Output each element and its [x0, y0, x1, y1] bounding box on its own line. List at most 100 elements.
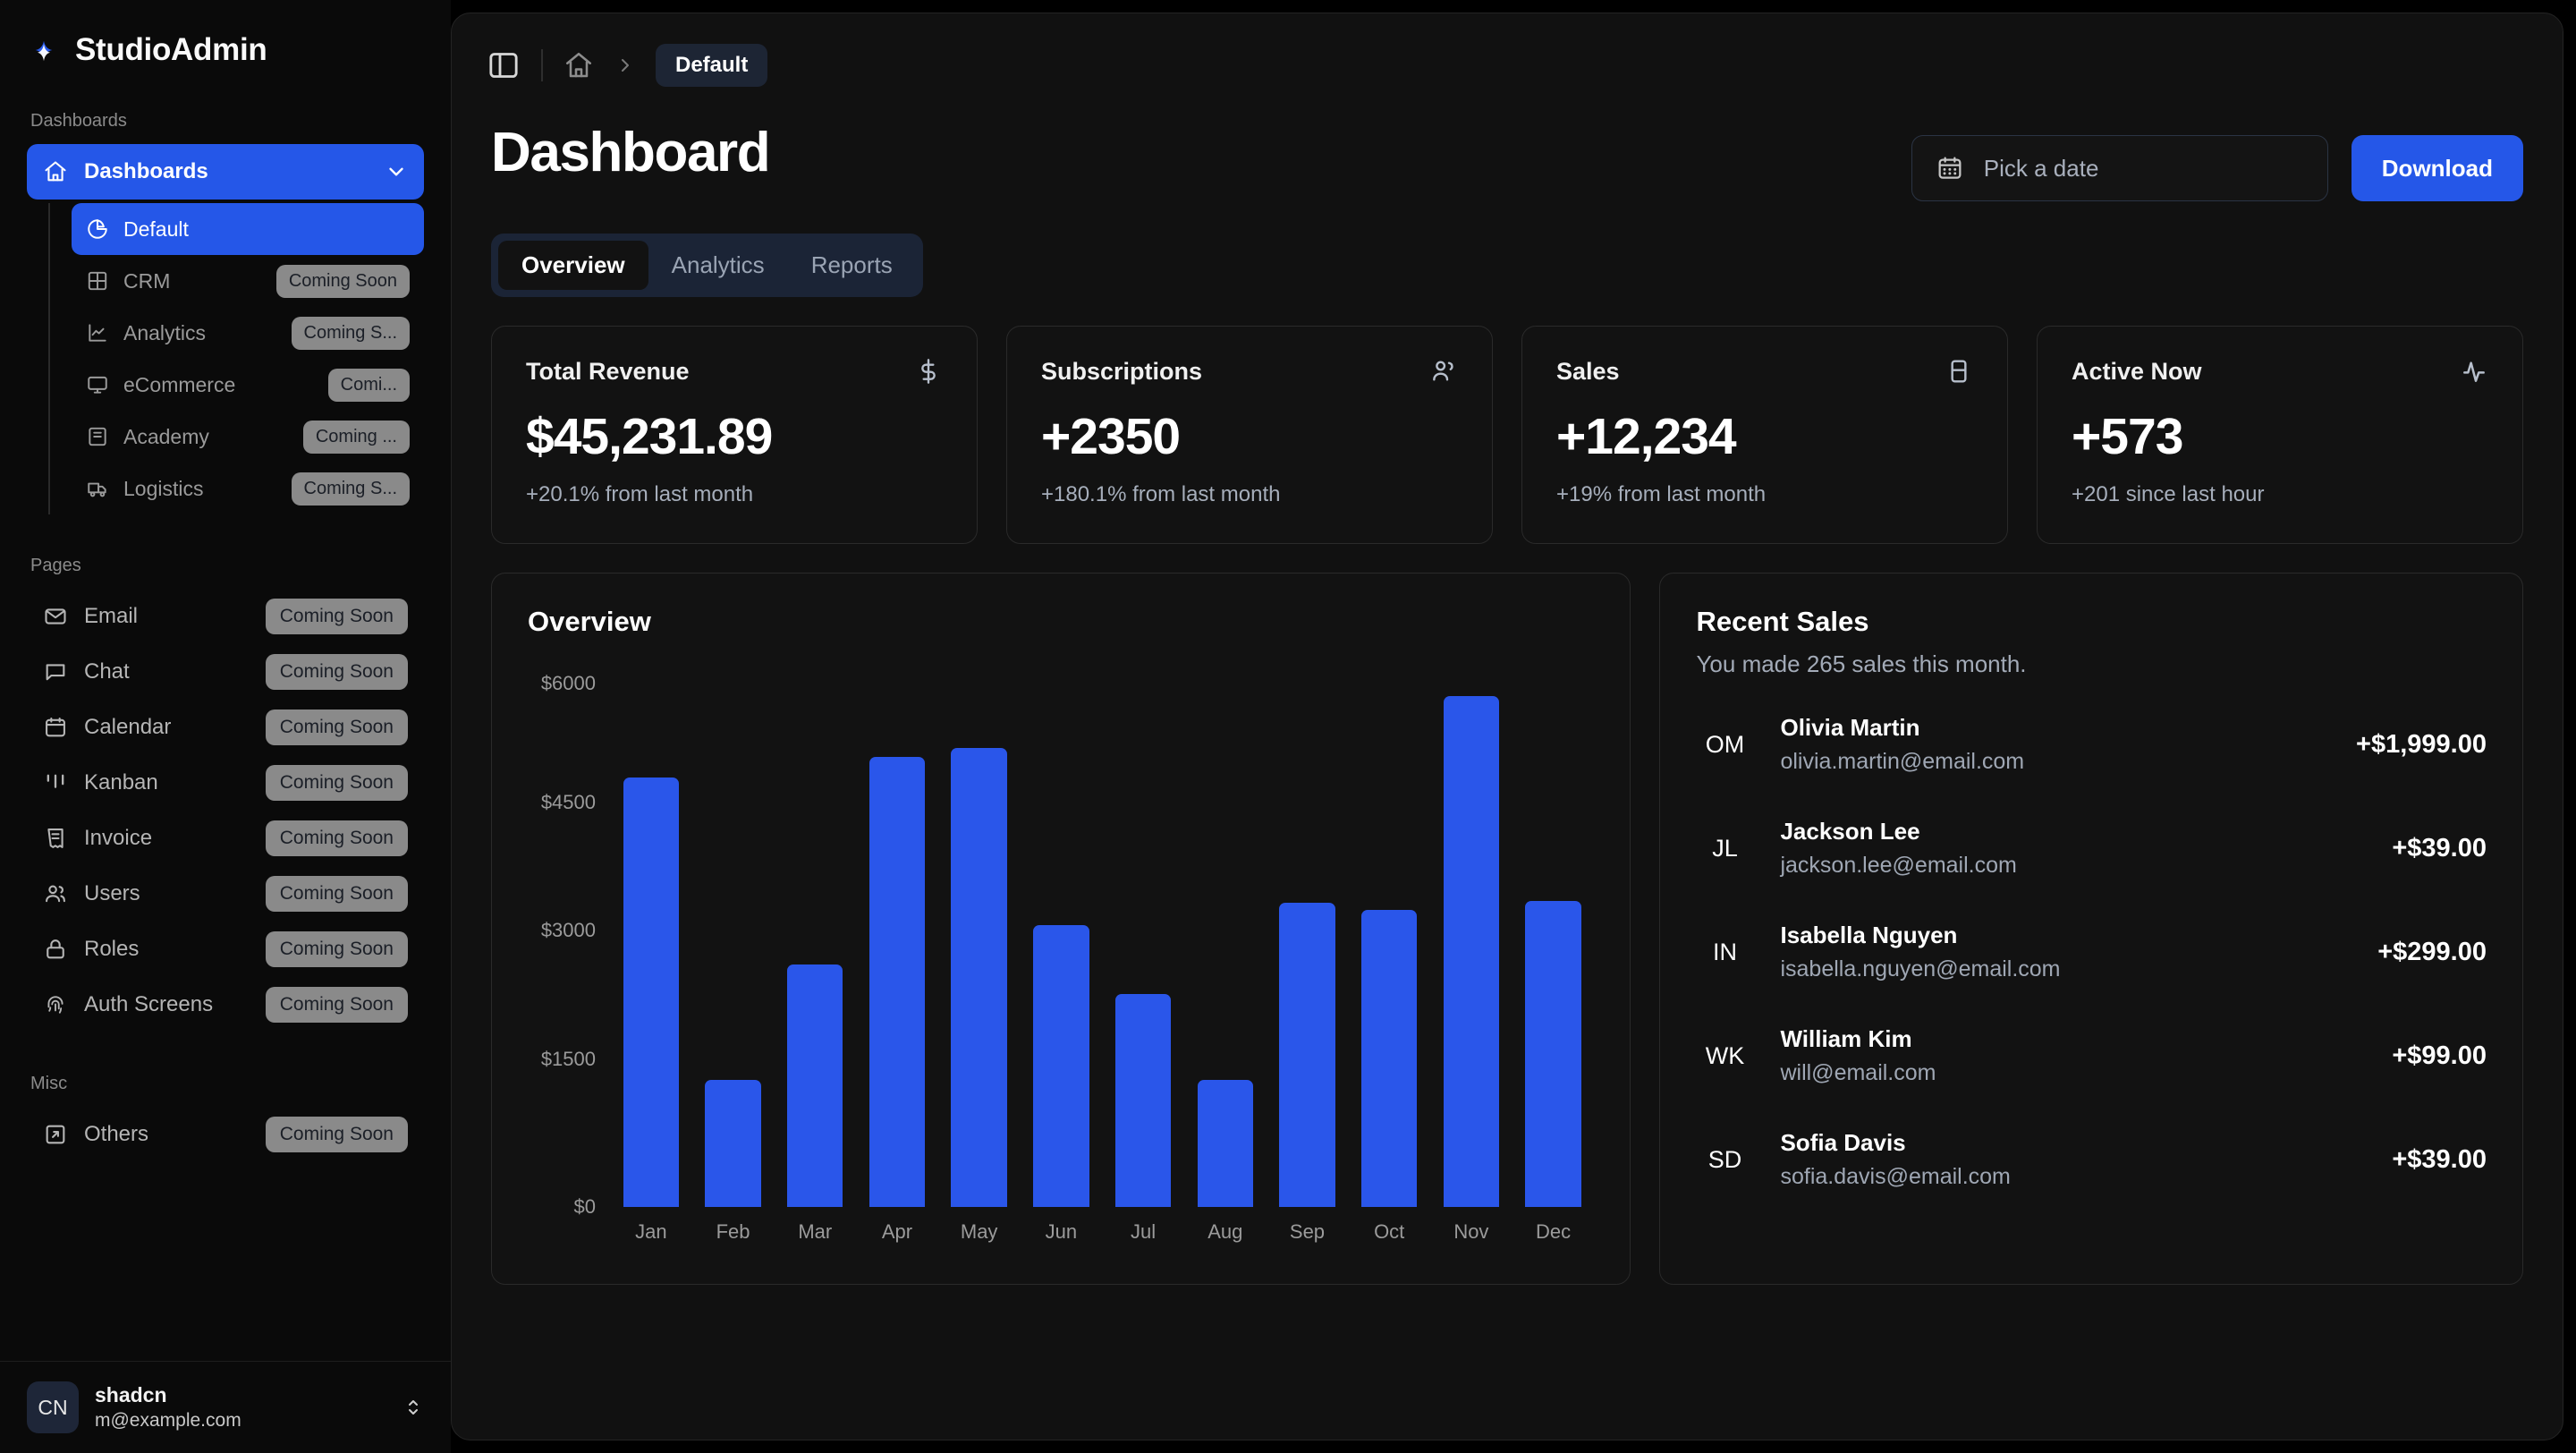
- user-name: shadcn: [95, 1383, 242, 1407]
- chart-bar-column[interactable]: [1267, 674, 1349, 1207]
- chart-bar-column[interactable]: [1102, 674, 1184, 1207]
- date-picker-placeholder: Pick a date: [1984, 155, 2099, 183]
- sidebar-item-roles[interactable]: Roles Coming Soon: [27, 922, 424, 977]
- lock-icon: [43, 937, 68, 962]
- sale-amount: +$299.00: [2377, 938, 2487, 967]
- home-icon[interactable]: [563, 49, 595, 81]
- chart-bar-column[interactable]: [1513, 674, 1595, 1207]
- sale-amount: +$39.00: [2392, 1145, 2487, 1175]
- chart-bar-column[interactable]: [1184, 674, 1267, 1207]
- sidebar-item-analytics[interactable]: Analytics Coming S...: [72, 307, 424, 359]
- coming-soon-badge: Coming Soon: [266, 931, 408, 967]
- coming-soon-badge: Coming Soon: [266, 710, 408, 745]
- chevrons-up-down-icon[interactable]: [402, 1397, 424, 1418]
- sidebar-item-users[interactable]: Users Coming Soon: [27, 866, 424, 922]
- sidebar-item-calendar[interactable]: Calendar Coming Soon: [27, 700, 424, 755]
- stat-value: $45,231.89: [526, 407, 943, 466]
- sidebar-item-roles-label: Roles: [84, 937, 139, 962]
- coming-soon-badge: Coming S...: [292, 472, 410, 506]
- sidebar-item-kanban[interactable]: Kanban Coming Soon: [27, 755, 424, 811]
- sidebar-item-academy[interactable]: Academy Coming ...: [72, 411, 424, 463]
- stat-head: Subscriptions: [1041, 357, 1458, 386]
- chart-bar[interactable]: [1525, 901, 1580, 1207]
- chart-bar[interactable]: [1361, 910, 1417, 1207]
- chart-bar[interactable]: [1198, 1080, 1253, 1207]
- sidebar-item-dashboards-label: Dashboards: [84, 159, 208, 184]
- chart-y-tick: $0: [528, 1197, 596, 1217]
- stat-card-active-now: Active Now +573 +201 since last hour: [2037, 326, 2523, 544]
- brand[interactable]: StudioAdmin: [0, 0, 451, 68]
- chart-x-tick: Dec: [1513, 1220, 1595, 1244]
- sidebar-item-auth-screens[interactable]: Auth Screens Coming Soon: [27, 977, 424, 1032]
- group-label-misc: Misc: [27, 1074, 424, 1107]
- chart-bar-column[interactable]: [774, 674, 856, 1207]
- user-email: m@example.com: [95, 1410, 242, 1432]
- stat-cards: Total Revenue $45,231.89 +20.1% from las…: [491, 326, 2523, 544]
- chart-bar[interactable]: [1279, 903, 1335, 1207]
- stat-head: Active Now: [2072, 357, 2488, 386]
- chart-bar-column[interactable]: [938, 674, 1021, 1207]
- sidebar-item-kanban-label: Kanban: [84, 770, 158, 795]
- chart-bar-column[interactable]: [1348, 674, 1430, 1207]
- sidebar-item-default[interactable]: Default: [72, 203, 424, 255]
- recent-sales-card: Recent Sales You made 265 sales this mon…: [1659, 573, 2523, 1285]
- sale-row[interactable]: WKWilliam Kimwill@email.com+$99.00: [1696, 1025, 2487, 1086]
- tab-overview[interactable]: Overview: [498, 241, 648, 290]
- mail-icon: [43, 604, 68, 629]
- receipt-icon: [43, 826, 68, 851]
- user-profile-button[interactable]: CN shadcn m@example.com: [0, 1361, 451, 1453]
- sidebar-item-invoice-label: Invoice: [84, 826, 152, 851]
- stat-head: Total Revenue: [526, 357, 943, 386]
- chart-x-tick: Jul: [1102, 1220, 1184, 1244]
- stat-value: +573: [2072, 407, 2488, 466]
- coming-soon-badge: Coming Soon: [266, 599, 408, 634]
- chart-bar-column[interactable]: [692, 674, 775, 1207]
- chart-bar[interactable]: [787, 964, 843, 1207]
- breadcrumb-current[interactable]: Default: [656, 44, 767, 87]
- chart-bar-column[interactable]: [1021, 674, 1103, 1207]
- tab-reports[interactable]: Reports: [788, 241, 916, 290]
- users-icon: [1429, 357, 1458, 386]
- chart-bar[interactable]: [1033, 925, 1089, 1207]
- sale-row[interactable]: INIsabella Nguyenisabella.nguyen@email.c…: [1696, 922, 2487, 982]
- download-button[interactable]: Download: [2351, 135, 2523, 201]
- stat-title: Active Now: [2072, 358, 2202, 386]
- chart-bar[interactable]: [951, 748, 1006, 1207]
- stat-head: Sales: [1556, 357, 1973, 386]
- fingerprint-icon: [43, 992, 68, 1017]
- bar-chart: $6000$4500$3000$1500$0 JanFebMarAprMayJu…: [528, 674, 1594, 1257]
- sidebar-item-ecommerce[interactable]: eCommerce Comi...: [72, 359, 424, 411]
- overview-title: Overview: [528, 606, 1594, 638]
- sale-row[interactable]: OMOlivia Martinolivia.martin@email.com+$…: [1696, 714, 2487, 775]
- chart-plot: JanFebMarAprMayJunJulAugSepOctNovDec: [610, 674, 1594, 1257]
- recent-sales-subtitle: You made 265 sales this month.: [1696, 650, 2487, 678]
- chevron-down-icon[interactable]: [385, 160, 408, 183]
- sidebar-item-email[interactable]: Email Coming Soon: [27, 589, 424, 644]
- panel-left-icon[interactable]: [486, 47, 521, 83]
- book-icon: [86, 425, 109, 448]
- kanban-icon: [43, 770, 68, 795]
- chart-bar-column[interactable]: [610, 674, 692, 1207]
- sale-customer-name: Sofia Davis: [1780, 1129, 2010, 1157]
- tab-analytics[interactable]: Analytics: [648, 241, 788, 290]
- date-picker[interactable]: Pick a date: [1911, 135, 2328, 201]
- coming-soon-badge: Coming Soon: [266, 654, 408, 690]
- sidebar-item-invoice[interactable]: Invoice Coming Soon: [27, 811, 424, 866]
- chart-bar[interactable]: [1115, 994, 1171, 1207]
- sale-row[interactable]: SDSofia Davissofia.davis@email.com+$39.0…: [1696, 1129, 2487, 1190]
- sidebar-item-chat[interactable]: Chat Coming Soon: [27, 644, 424, 700]
- sidebar-item-crm[interactable]: CRM Coming Soon: [72, 255, 424, 307]
- sale-row[interactable]: JLJackson Leejackson.lee@email.com+$39.0…: [1696, 818, 2487, 879]
- sidebar-item-logistics[interactable]: Logistics Coming S...: [72, 463, 424, 514]
- chart-bar-column[interactable]: [1430, 674, 1513, 1207]
- chart-bar[interactable]: [623, 777, 679, 1207]
- sidebar-item-others[interactable]: Others Coming Soon: [27, 1107, 424, 1162]
- chart-bar-column[interactable]: [856, 674, 938, 1207]
- coming-soon-badge: Coming Soon: [266, 876, 408, 912]
- studio-logo-icon: [27, 33, 61, 67]
- chart-bar[interactable]: [1444, 696, 1499, 1207]
- chart-bar[interactable]: [869, 757, 925, 1207]
- sidebar-item-dashboards[interactable]: Dashboards: [27, 144, 424, 200]
- page-header: Dashboard Pick a date Download: [452, 87, 2563, 201]
- chart-bar[interactable]: [705, 1080, 760, 1207]
